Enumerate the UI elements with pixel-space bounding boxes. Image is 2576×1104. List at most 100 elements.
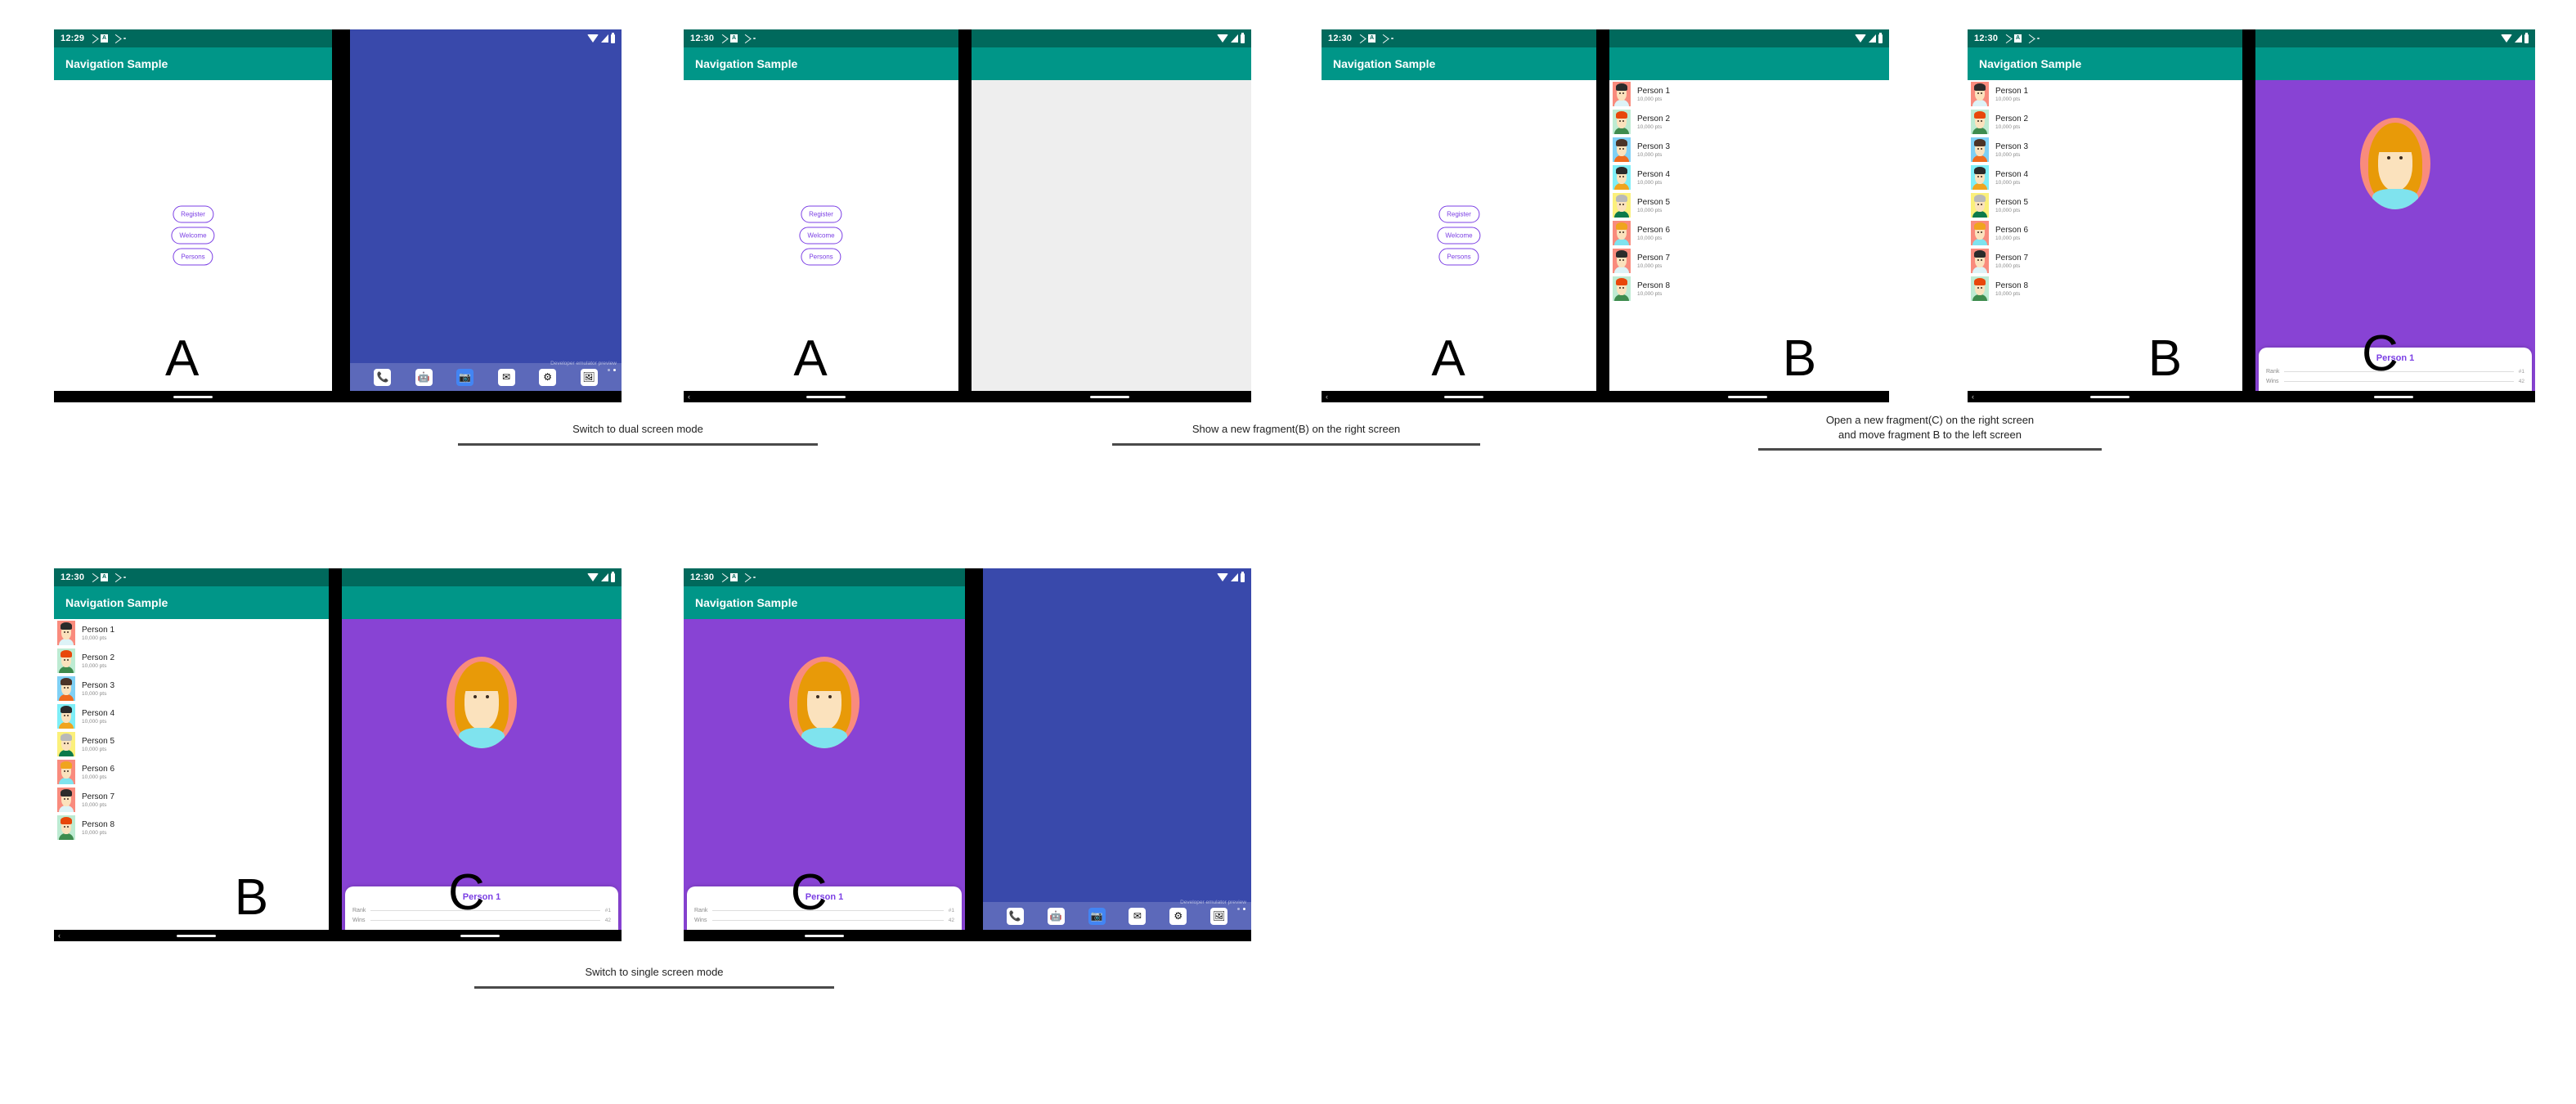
list-item[interactable]: Person 4 10,000 pts — [1968, 164, 2242, 191]
person-points: 10,000 pts — [1995, 96, 2021, 102]
device-4-right-pane: Person 1 Rank #1 Wins 42 C — [2255, 29, 2535, 391]
home-gesture-pill[interactable] — [2089, 395, 2129, 398]
stat-rule — [2284, 371, 2514, 372]
list-item[interactable]: Person 2 10,000 pts — [54, 647, 329, 675]
home-gesture-pill[interactable] — [2373, 395, 2413, 398]
home-gesture-pill[interactable] — [460, 934, 500, 937]
dot-icon — [753, 37, 756, 40]
list-item[interactable]: Person 2 10,000 pts — [1609, 108, 1889, 136]
register-button[interactable]: Register — [801, 205, 841, 223]
person-detail: Person 1 Rank #1 Wins 42 — [684, 619, 965, 930]
stat-label: Wins — [694, 918, 707, 923]
list-item[interactable]: Person 8 10,000 pts — [1609, 275, 1889, 303]
camera-icon[interactable]: 📷 — [1088, 907, 1106, 925]
list-item[interactable]: Person 1 10,000 pts — [1968, 80, 2242, 108]
settings-icon[interactable]: ⚙ — [1169, 907, 1187, 925]
messages-icon[interactable]: 🤖 — [415, 368, 433, 386]
list-item[interactable]: Person 1 10,000 pts — [54, 619, 329, 647]
settings-icon[interactable]: ⚙ — [539, 368, 557, 386]
battery-icon — [1878, 32, 1883, 43]
list-item[interactable]: Person 3 10,000 pts — [54, 675, 329, 702]
person-list[interactable]: Person 1 10,000 pts Person 2 10,000 pts Pers… — [54, 619, 329, 930]
persons-button[interactable]: Persons — [173, 248, 213, 266]
person-avatar-icon — [1613, 110, 1631, 134]
person-meta: Person 8 10,000 pts — [1637, 281, 1670, 297]
browser-icon[interactable]: 🖼 — [1210, 907, 1228, 925]
list-item[interactable]: Person 5 10,000 pts — [54, 730, 329, 758]
list-item[interactable]: Person 4 10,000 pts — [1609, 164, 1889, 191]
caption-text: Switch to single screen mode — [585, 966, 724, 978]
list-item[interactable]: Person 7 10,000 pts — [1609, 247, 1889, 275]
status-bar — [1609, 29, 1889, 47]
person-meta: Person 2 10,000 pts — [1995, 114, 2028, 130]
list-item[interactable]: Person 5 10,000 pts — [1609, 191, 1889, 219]
app-title: Navigation Sample — [65, 596, 168, 609]
wifi-icon — [1217, 34, 1228, 43]
list-item[interactable]: Person 8 10,000 pts — [54, 814, 329, 841]
list-item[interactable]: Person 7 10,000 pts — [54, 786, 329, 814]
home-gesture-pill[interactable] — [806, 395, 846, 398]
back-icon[interactable]: ‹ — [1972, 393, 1974, 401]
person-list[interactable]: Person 1 10,000 pts Person 2 10,000 pts Pers… — [1968, 80, 2242, 391]
share-icon — [110, 34, 122, 43]
list-item[interactable]: Person 8 10,000 pts — [1968, 275, 2242, 303]
email-icon[interactable]: ✉ — [1129, 907, 1147, 925]
person-meta: Person 3 10,000 pts — [1995, 142, 2028, 158]
list-item[interactable]: Person 7 10,000 pts — [1968, 247, 2242, 275]
persons-button[interactable]: Persons — [801, 248, 841, 266]
device-4-navbar: ‹ — [1968, 391, 2535, 402]
fragment-b-body: Person 1 10,000 pts Person 2 10,000 pts Pers… — [54, 619, 329, 930]
camera-icon[interactable]: 📷 — [456, 368, 474, 386]
person-meta: Person 8 10,000 pts — [82, 820, 114, 836]
stat-label: Wins — [352, 918, 366, 923]
launcher-wallpaper: Developer emulator preview 📞 🤖 📷 ✉ ⚙ 🖼 — [983, 568, 1251, 930]
persons-button[interactable]: Persons — [1438, 248, 1479, 266]
welcome-button[interactable]: Welcome — [1437, 227, 1481, 245]
list-item[interactable]: Person 6 10,000 pts — [1968, 219, 2242, 247]
email-icon[interactable]: ✉ — [497, 368, 515, 386]
register-button[interactable]: Register — [173, 205, 213, 223]
person-list[interactable]: Person 1 10,000 pts Person 2 10,000 pts Pers… — [1609, 80, 1889, 391]
share-icon — [1354, 34, 1367, 43]
list-item[interactable]: Person 6 10,000 pts — [1609, 219, 1889, 247]
home-gesture-pill[interactable] — [1727, 395, 1767, 398]
person-name: Person 5 — [82, 736, 115, 746]
fragment-a-button-stack: Register Welcome Persons — [799, 205, 843, 266]
status-bar — [342, 568, 622, 586]
stat-value: #1 — [948, 908, 954, 913]
list-item[interactable]: Person 6 10,000 pts — [54, 758, 329, 786]
stat-label: Rank — [694, 908, 708, 913]
home-gesture-pill[interactable] — [805, 934, 844, 937]
person-name: Person 2 — [82, 653, 115, 662]
person-name: Person 1 — [1995, 86, 2029, 96]
phone-icon[interactable]: 📞 — [374, 368, 392, 386]
welcome-button[interactable]: Welcome — [799, 227, 843, 245]
app-title: Navigation Sample — [695, 596, 798, 609]
home-gesture-pill[interactable] — [1443, 395, 1483, 398]
list-item[interactable]: Person 2 10,000 pts — [1968, 108, 2242, 136]
person-avatar-icon — [1613, 82, 1631, 106]
screenshot-canvas: 12:29 A Navigation Sample Register Welco… — [0, 0, 2576, 1104]
welcome-button[interactable]: Welcome — [171, 227, 215, 245]
back-icon[interactable]: ‹ — [688, 393, 690, 401]
home-gesture-pill[interactable] — [1089, 395, 1129, 398]
back-icon[interactable]: ‹ — [1326, 393, 1328, 401]
person-points: 10,000 pts — [1637, 123, 1663, 130]
home-gesture-pill[interactable] — [173, 395, 213, 398]
register-button[interactable]: Register — [1438, 205, 1479, 223]
person-meta: Person 1 10,000 pts — [1637, 87, 1670, 102]
list-item[interactable]: Person 3 10,000 pts — [1609, 136, 1889, 164]
list-item[interactable]: Person 5 10,000 pts — [1968, 191, 2242, 219]
phone-icon[interactable]: 📞 — [1006, 907, 1024, 925]
list-item[interactable]: Person 4 10,000 pts — [54, 702, 329, 730]
list-item[interactable]: Person 3 10,000 pts — [1968, 136, 2242, 164]
list-item[interactable]: Person 1 10,000 pts — [1609, 80, 1889, 108]
battery-icon — [2524, 32, 2529, 43]
back-icon[interactable]: ‹ — [58, 931, 61, 940]
home-gesture-pill[interactable] — [176, 934, 216, 937]
stat-value: 42 — [2518, 379, 2524, 384]
person-points: 10,000 pts — [1995, 179, 2021, 186]
messages-icon[interactable]: 🤖 — [1047, 907, 1065, 925]
person-name: Person 4 — [1995, 169, 2029, 179]
browser-icon[interactable]: 🖼 — [580, 368, 598, 386]
